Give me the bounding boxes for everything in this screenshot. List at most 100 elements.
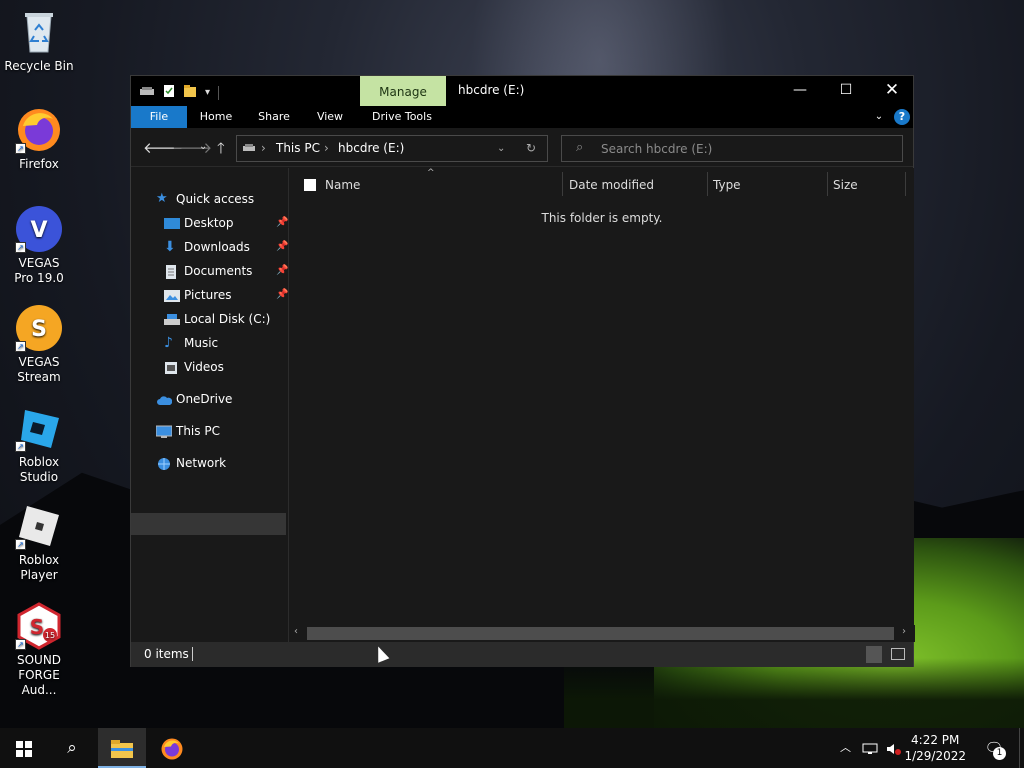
taskbar-file-explorer[interactable] xyxy=(98,728,146,768)
svg-text:S: S xyxy=(31,317,47,342)
start-button[interactable] xyxy=(0,728,48,768)
action-center-button[interactable]: 🗨 1 xyxy=(982,728,1006,768)
taskbar-firefox[interactable] xyxy=(148,728,196,768)
new-folder-icon[interactable] xyxy=(183,84,197,101)
music-note-icon: ♪ xyxy=(164,335,173,351)
address-dropdown-icon[interactable]: ⌄ xyxy=(497,143,505,154)
title-bar[interactable]: ▾ Manage hbcdre (E:) — ☐ ✕ xyxy=(131,76,913,106)
pin-icon[interactable]: 📌 xyxy=(276,284,288,306)
nav-this-pc[interactable]: This PC xyxy=(155,420,220,442)
nav-network[interactable]: Network xyxy=(156,452,226,474)
column-date-modified[interactable]: Date modified xyxy=(569,168,654,202)
nav-quick-access[interactable]: ★ Quick access xyxy=(156,188,254,210)
pin-icon[interactable]: 📌 xyxy=(276,236,288,258)
column-divider[interactable] xyxy=(707,172,708,196)
network-icon xyxy=(156,456,172,470)
desktop-icon-vegas-stream[interactable]: S ↗ VEGAS Stream xyxy=(0,304,78,385)
desktop-icon-roblox-studio[interactable]: ↗ Roblox Studio xyxy=(0,404,78,485)
column-size[interactable]: Size xyxy=(833,168,858,202)
desktop-icon-recycle-bin[interactable]: Recycle Bin xyxy=(0,8,78,74)
search-icon: ⌕ xyxy=(576,140,584,155)
properties-icon[interactable] xyxy=(163,84,175,101)
scroll-right-icon[interactable]: › xyxy=(902,626,906,637)
horizontal-scrollbar[interactable]: ‹ › xyxy=(289,625,915,642)
customize-quick-access-icon[interactable]: ▾ xyxy=(205,87,210,98)
clock-date: 1/29/2022 xyxy=(904,749,966,763)
nav-downloads[interactable]: ⬇ Downloads 📌 xyxy=(164,236,288,258)
cloud-icon xyxy=(156,392,173,406)
nav-local-disk[interactable]: Local Disk (C:) xyxy=(164,308,270,330)
toolbar-separator xyxy=(218,85,220,100)
tab-file[interactable]: File xyxy=(131,106,187,128)
expand-ribbon-icon[interactable]: ⌄ xyxy=(871,106,887,128)
file-explorer-icon xyxy=(111,739,133,758)
search-icon: ⌕ xyxy=(67,738,77,758)
tab-drive-tools[interactable]: Drive Tools xyxy=(364,106,440,128)
column-divider[interactable] xyxy=(827,172,828,196)
status-separator xyxy=(192,647,193,661)
desktop-icon-roblox-player[interactable]: ↗ Roblox Player xyxy=(0,502,78,583)
scroll-left-icon[interactable]: ‹ xyxy=(294,626,298,637)
svg-text:V: V xyxy=(30,218,47,243)
drive-icon xyxy=(139,85,155,100)
documents-icon xyxy=(164,264,180,279)
nav-videos[interactable]: Videos xyxy=(164,356,224,378)
shortcut-arrow-icon: ↗ xyxy=(15,242,26,253)
nav-label: Documents xyxy=(184,264,253,278)
column-divider[interactable] xyxy=(905,172,906,196)
nav-pictures[interactable]: Pictures 📌 xyxy=(164,284,288,306)
svg-text:15: 15 xyxy=(45,631,55,640)
tab-home[interactable]: Home xyxy=(193,106,239,128)
pin-icon[interactable]: 📌 xyxy=(276,260,288,282)
scrollbar-thumb[interactable] xyxy=(307,627,894,640)
nav-documents[interactable]: Documents 📌 xyxy=(164,260,288,282)
column-name[interactable]: Name xyxy=(325,168,360,202)
tab-share[interactable]: Share xyxy=(251,106,297,128)
details-view-icon[interactable] xyxy=(866,646,882,663)
breadcrumb-this-pc[interactable]: This PC xyxy=(276,141,320,155)
select-all-checkbox[interactable] xyxy=(304,179,316,191)
pictures-icon xyxy=(164,288,180,302)
tab-view[interactable]: View xyxy=(309,106,351,128)
refresh-icon[interactable]: ↻ xyxy=(526,141,536,155)
maximize-button[interactable]: ☐ xyxy=(823,76,869,106)
empty-folder-message: This folder is empty. xyxy=(541,211,663,225)
windows-logo-icon xyxy=(16,740,32,757)
column-type[interactable]: Type xyxy=(713,168,741,202)
status-bar: 0 items xyxy=(131,642,913,667)
breadcrumb-chevron-icon: › xyxy=(261,141,266,155)
pin-icon[interactable]: 📌 xyxy=(276,212,288,234)
manage-contextual-tab[interactable]: Manage xyxy=(360,76,446,106)
desktop-icon-sound-forge[interactable]: S 15 ↗ SOUND FORGE Aud... xyxy=(0,602,78,698)
large-icons-view-icon[interactable] xyxy=(891,648,905,660)
breadcrumb-drive[interactable]: hbcdre (E:) xyxy=(338,141,404,155)
help-button[interactable]: ? xyxy=(894,109,910,125)
nav-label: OneDrive xyxy=(176,392,233,406)
recent-locations-icon[interactable]: ⌄ xyxy=(199,141,207,152)
volume-muted-icon[interactable] xyxy=(886,728,902,768)
show-hidden-icons-icon[interactable]: ︿ xyxy=(840,728,851,768)
nav-label: Music xyxy=(184,336,219,350)
address-bar[interactable]: › This PC › hbcdre (E:) ⌄ ↻ xyxy=(236,135,548,162)
search-button[interactable]: ⌕ xyxy=(48,728,96,768)
close-button[interactable]: ✕ xyxy=(869,76,915,106)
minimize-button[interactable]: — xyxy=(777,76,823,106)
computer-icon xyxy=(155,424,173,438)
file-list-pane[interactable]: ^ Name Date modified Type Size This fold… xyxy=(288,168,915,642)
nav-music[interactable]: ♪ Music xyxy=(164,332,218,354)
nav-label: Pictures xyxy=(184,288,232,302)
search-box[interactable]: ⌕ Search hbcdre (E:) xyxy=(561,135,903,162)
network-status-icon[interactable] xyxy=(862,728,878,768)
nav-onedrive[interactable]: OneDrive xyxy=(156,388,232,410)
shortcut-arrow-icon: ↗ xyxy=(15,539,26,550)
item-count: 0 items xyxy=(144,647,189,661)
roblox-player-icon: ↗ xyxy=(15,502,63,550)
nav-desktop[interactable]: Desktop 📌 xyxy=(164,212,288,234)
up-arrow-icon[interactable]: 🡑 xyxy=(217,138,225,163)
desktop-icon-firefox[interactable]: ↗ Firefox xyxy=(0,106,78,172)
nav-label: Local Disk (C:) xyxy=(184,312,271,326)
desktop-icon-vegas-pro[interactable]: V ↗ VEGAS Pro 19.0 xyxy=(0,205,78,286)
show-desktop-button[interactable] xyxy=(1019,728,1020,768)
column-divider[interactable] xyxy=(562,172,563,196)
clock[interactable]: 4:22 PM 1/29/2022 xyxy=(904,732,966,764)
